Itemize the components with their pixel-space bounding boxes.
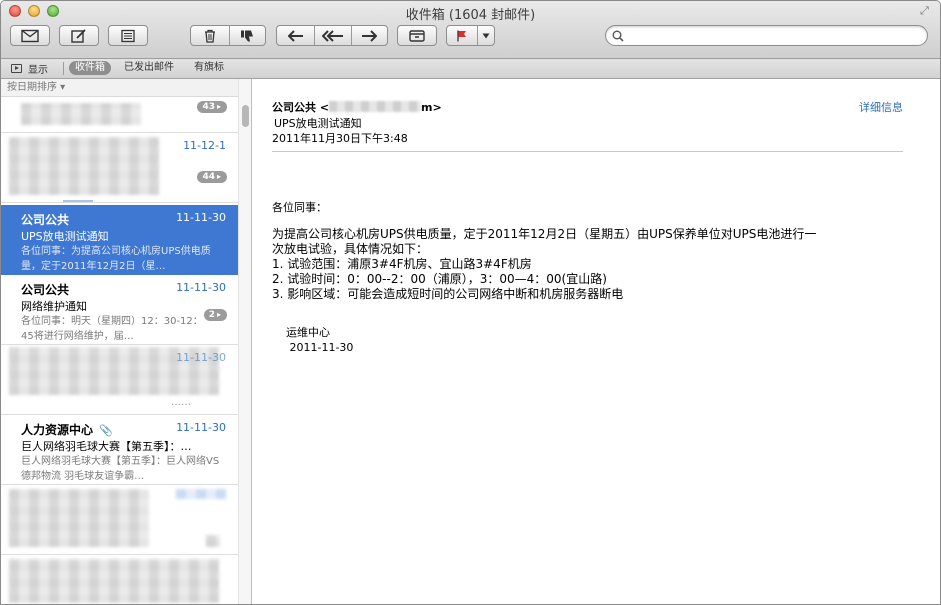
message-body: 各位同事： 为提高公司核心机房UPS供电质量，定于2011年12月2日（星期五）… [272,200,912,302]
signature-line: 运维中心 [286,326,330,339]
search-field[interactable] [605,25,928,46]
redacted-content [21,103,141,125]
chevron-down-icon [482,33,489,38]
redacted-content [9,559,219,603]
signature-line: 2011-11-30 [286,341,354,354]
reply-all-button[interactable] [314,26,352,45]
message-list-scrollbar[interactable] [238,79,251,604]
message-preview: 巨人网络羽毛球大赛【第五季】：巨人网络VS德邦物流 羽毛球友谊争霸… [21,456,220,482]
message-row[interactable]: 人力资源中心 📎 11-11-30 巨人网络羽毛球大赛【第五季】：… 巨人网络羽毛… [1,415,238,485]
favorites-bar: 显示 收件箱 已发出邮件 有旗标 [1,59,940,79]
message-preview: 各位同事：为提高公司核心机房UPS供电质量，定于2011年12月2日（星… [21,246,211,272]
message-preview: 各位同事：明天（星期四）12：30-12：45将进行网络维护，届… [21,316,203,342]
message-sender-name: 人力资源中心 [21,423,94,437]
redacted-badge [206,535,220,547]
fullscreen-icon[interactable]: ⤢ [920,5,932,17]
body-line: 1. 试验范围：浦原3#4F机房、宜山路3#4F机房 [272,257,532,271]
from-suffix: m> [421,101,442,114]
message-subject: UPS放电测试通知 [21,230,109,243]
reply-all-icon [321,29,343,42]
message-row[interactable]: 11-11-30 …… [1,345,238,415]
message-date: 11-11-30 [176,351,226,364]
redacted-content [9,137,159,195]
window-title: 收件箱 (1604 封邮件) [405,8,536,23]
junk-button[interactable] [229,26,265,45]
body-greeting: 各位同事： [272,201,327,214]
compose-icon [71,28,86,43]
message-date: 11-11-30 [176,211,226,224]
trash-icon [205,29,215,43]
message-date: 11-11-30 [176,281,226,294]
archive-button[interactable] [397,25,437,46]
reply-icon [287,29,303,42]
flag-button[interactable] [447,26,478,45]
thread-indicator [63,200,93,202]
toolbar: 收件箱 (1604 封邮件) ⤢ [1,1,940,59]
details-link[interactable]: 详细信息 [859,99,903,115]
thread-count-badge[interactable]: 44 [197,171,227,183]
message-row[interactable]: 公司公共 11-11-30 网络维护通知 2 各位同事：明天（星期四）12：30… [1,275,238,345]
message-viewer: 公司公共 < m> UPS放电测试通知 2011年11月30日下午3:48 详细信… [252,79,940,604]
message-from[interactable]: 公司公共 < m> [272,99,442,115]
body-line: 为提高公司核心机房UPS供电质量，定于2011年12月2日（星期五）由UPS保养… [272,227,817,241]
message-list: 按日期排序 ▾ 43 11-12-1 44 公司公共 11-11-30 UPS放… [1,79,252,604]
message-date: 11-12-1 [183,139,226,152]
mail-window: 收件箱 (1604 封邮件) ⤢ 显示 收件箱 已发出邮件 有旗标 按日期排序 … [0,0,941,605]
thumbs-down-icon [241,30,253,41]
forward-button[interactable] [351,26,387,45]
favorite-inbox[interactable]: 收件箱 [69,61,111,75]
compose-button[interactable] [59,25,99,46]
message-row[interactable] [1,555,238,604]
show-label: 显示 [28,64,48,76]
search-icon [612,30,624,42]
message-row-selected[interactable]: 公司公共 11-11-30 UPS放电测试通知 各位同事：为提高公司核心机房UP… [1,205,238,275]
message-sender: 人力资源中心 📎 [21,421,113,438]
redacted-content [9,489,149,547]
thread-count-badge[interactable]: 43 [197,101,227,113]
reply-button[interactable] [277,26,315,45]
delete-junk-group [190,25,266,46]
from-name: 公司公共 < [272,101,330,114]
message-row[interactable] [1,485,238,555]
reply-group [276,25,388,46]
show-mailboxes-button[interactable]: 显示 [11,61,48,76]
message-sender: 公司公共 [21,283,70,297]
paperclip-icon: 📎 [99,424,113,437]
message-subject: 巨人网络羽毛球大赛【第五季】：… [21,440,192,453]
get-mail-button[interactable] [10,25,50,46]
scroll-thumb[interactable] [242,105,249,127]
envelope-icon [21,29,39,42]
redacted-date [176,489,226,499]
message-date-header: 2011年11月30日下午3:48 [272,132,408,145]
message-date: 11-11-30 [176,421,226,434]
red-flag-icon [457,30,466,41]
message-row[interactable]: 11-12-1 44 [1,133,238,203]
delete-button[interactable] [191,26,230,45]
favorite-sent[interactable]: 已发出邮件 [120,61,178,75]
favorite-flagged[interactable]: 有旗标 [190,61,228,75]
redacted-email [329,101,422,112]
message-subject-header: UPS放电测试通知 [274,117,362,130]
search-input[interactable] [628,28,918,43]
preview-ellipsis: …… [171,397,191,408]
message-sender: 公司公共 [21,213,70,227]
note-list-icon [121,29,135,42]
notes-button[interactable] [108,25,148,46]
favorites-divider [63,62,64,75]
flag-menu-button[interactable] [477,26,494,45]
header-divider [272,151,903,152]
show-sidebar-icon [11,63,22,73]
message-subject: 网络维护通知 [21,300,87,313]
archive-box-icon [409,29,425,42]
message-row[interactable]: 43 [1,97,238,133]
body-line: 次放电试验，具体情况如下： [272,242,429,256]
sort-by-date-button[interactable]: 按日期排序 ▾ [1,79,238,97]
flag-group [446,25,495,46]
forward-icon [362,29,377,42]
body-line: 2. 试验时间：0：00--2：00（浦原），3：00—4：00(宜山路) [272,272,607,286]
body-line: 3. 影响区域：可能会造成短时间的公司网络中断和机房服务器断电 [272,287,624,301]
signature: 运维中心 2011-11-30 [286,325,353,355]
